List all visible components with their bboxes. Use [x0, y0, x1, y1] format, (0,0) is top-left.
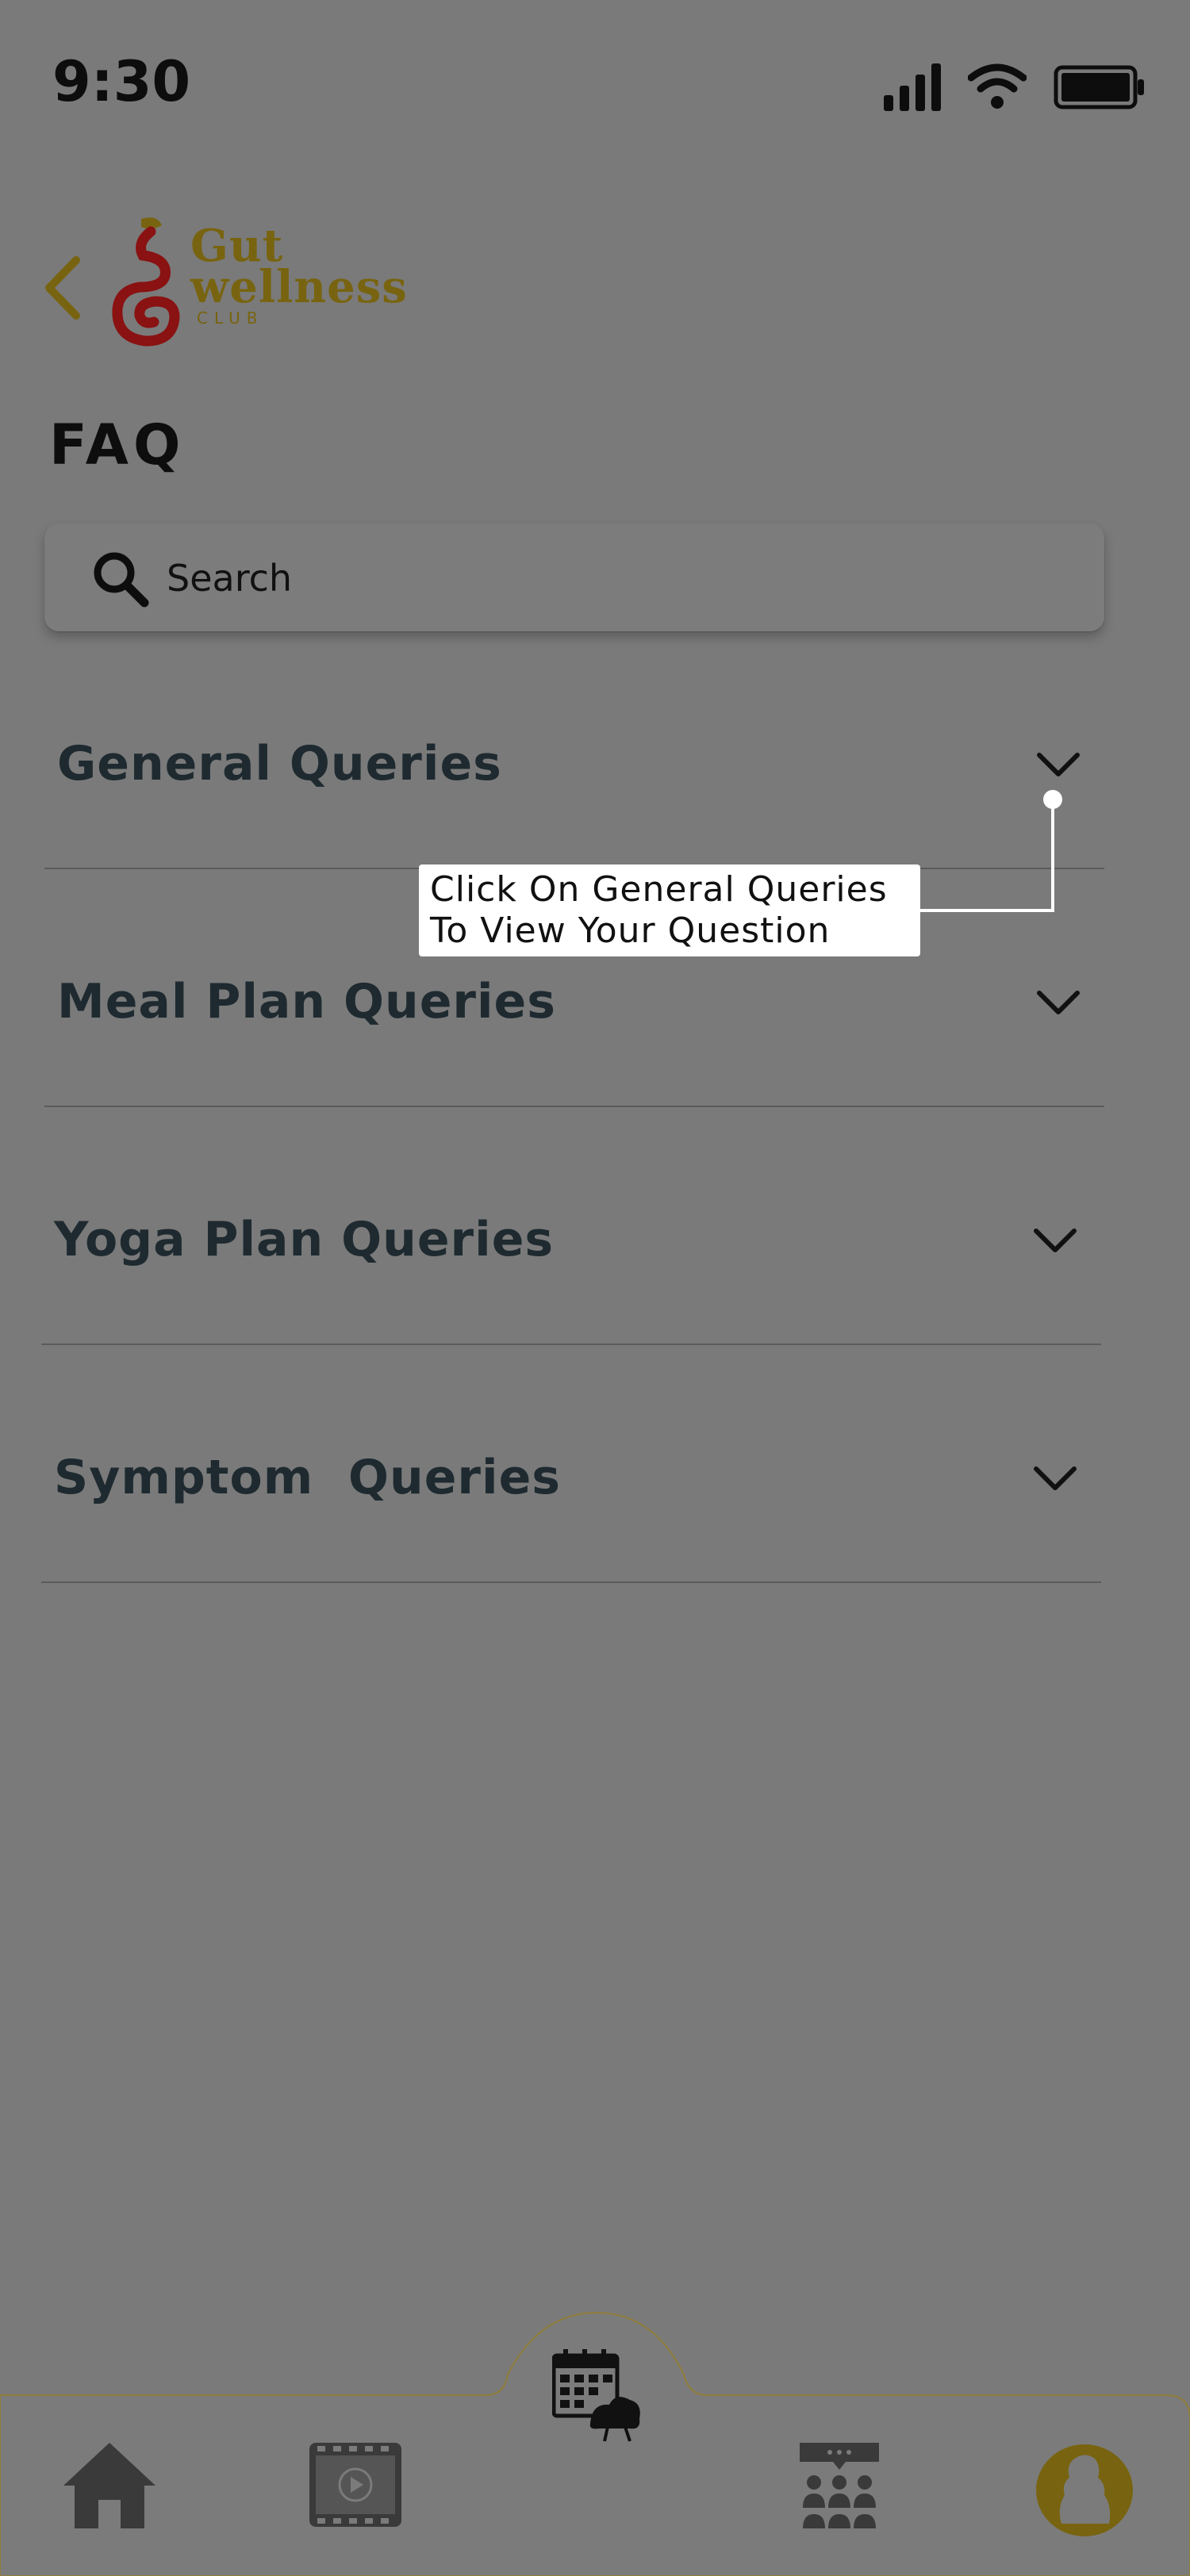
gut-wellness-logo: Gut wellness CLUB: [108, 214, 441, 349]
faq-row-yoga-plan[interactable]: Yoga Plan Queries: [41, 1107, 1101, 1345]
home-icon[interactable]: [60, 2440, 159, 2532]
tooltip-connector: [919, 909, 1054, 912]
coachmark-tooltip: Click On General Queries To View Your Qu…: [419, 864, 920, 956]
faq-row-general[interactable]: General Queries: [44, 631, 1104, 869]
faq-row-symptom[interactable]: Symptom Queries: [41, 1345, 1101, 1583]
faq-label: Meal Plan Queries: [57, 974, 556, 1029]
faq-label: Symptom Queries: [54, 1450, 561, 1505]
tooltip-line-1: Click On General Queries: [430, 869, 888, 910]
tooltip-line-2: To View Your Question: [430, 910, 831, 951]
page-title: FAQ: [49, 412, 186, 477]
calendar-schedule-icon[interactable]: [552, 2348, 644, 2443]
community-icon[interactable]: [797, 2441, 882, 2530]
profile-avatar[interactable]: [1035, 2443, 1134, 2538]
divider: [41, 1581, 1101, 1583]
chevron-down-icon[interactable]: [1033, 1226, 1077, 1255]
search-bar[interactable]: [44, 523, 1104, 631]
search-input[interactable]: [165, 546, 1041, 611]
back-chevron-icon[interactable]: [41, 255, 83, 320]
video-icon[interactable]: [309, 2443, 401, 2527]
logo-line-2: wellness: [190, 261, 408, 313]
tooltip-connector: [1051, 801, 1054, 912]
battery-icon: [1054, 65, 1144, 109]
bottom-nav: [0, 2308, 1190, 2576]
faq-label: General Queries: [57, 736, 502, 792]
chevron-down-icon[interactable]: [1036, 988, 1081, 1017]
chevron-down-icon[interactable]: [1033, 1464, 1077, 1493]
tooltip-anchor-dot: [1043, 790, 1062, 809]
chevron-down-icon[interactable]: [1036, 750, 1081, 779]
wifi-icon: [968, 63, 1027, 109]
signal-icon: [884, 63, 941, 111]
faq-label: Yoga Plan Queries: [54, 1212, 555, 1267]
tooltip-text: Click On General Queries To View Your Qu…: [430, 869, 888, 952]
status-time: 9:30: [52, 49, 191, 114]
logo-wordmark: Gut wellness CLUB: [190, 224, 408, 328]
search-icon: [94, 552, 149, 608]
logo-mark-icon: [112, 217, 180, 347]
